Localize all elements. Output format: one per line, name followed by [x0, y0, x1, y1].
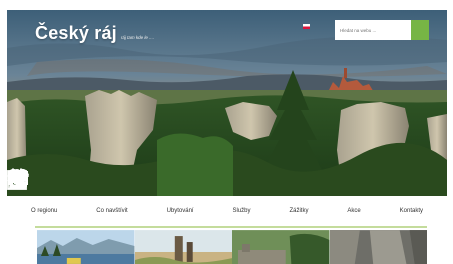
thumbnail-castle-forest[interactable] [232, 230, 330, 264]
site-tagline: ráj tam kde le .... [120, 35, 155, 40]
heart-icon[interactable] [7, 168, 294, 194]
category-icon-bar: 21 [7, 168, 447, 196]
calendar-icon[interactable]: 21 [7, 168, 350, 194]
thumbnail-ruins-sky[interactable] [134, 230, 233, 264]
phone-icon[interactable] [9, 169, 405, 194]
nav-item-co-navstivit[interactable]: Co navštívit [96, 208, 127, 214]
site-title[interactable]: Český ráj [35, 23, 117, 44]
search-box [335, 20, 429, 40]
bed-icon[interactable] [8, 170, 184, 194]
nav-divider [35, 226, 427, 228]
person-service-icon[interactable] [9, 169, 239, 194]
main-navigation: O regionu Co navštívit Ubytování Služby … [7, 196, 447, 230]
search-input[interactable] [335, 20, 411, 40]
search-icon [335, 20, 344, 29]
nav-item-ubytovani[interactable]: Ubytování [167, 208, 194, 214]
nav-item-o-regionu[interactable]: O regionu [31, 208, 57, 214]
hero-banner: Český ráj ráj tam kde le .... Hledat na … [7, 10, 447, 196]
eye-icon[interactable] [7, 170, 73, 194]
nav-item-zazitky[interactable]: Zážitky [289, 208, 308, 214]
signpost-icon[interactable] [7, 170, 128, 194]
pl-flag-icon[interactable] [303, 24, 310, 29]
thumbnail-rock-formation[interactable] [329, 230, 428, 264]
featured-thumbnails [37, 230, 427, 264]
nav-item-kontakty[interactable]: Kontakty [400, 208, 423, 214]
nav-item-sluzby[interactable]: Služby [233, 208, 251, 214]
search-button[interactable] [335, 20, 429, 40]
page-frame: Český ráj ráj tam kde le .... Hledat na … [7, 10, 447, 264]
thumbnail-mountain-lake[interactable] [37, 230, 135, 264]
nav-item-akce[interactable]: Akce [347, 208, 360, 214]
site-brand[interactable]: Český ráj ráj tam kde le .... [35, 23, 154, 44]
